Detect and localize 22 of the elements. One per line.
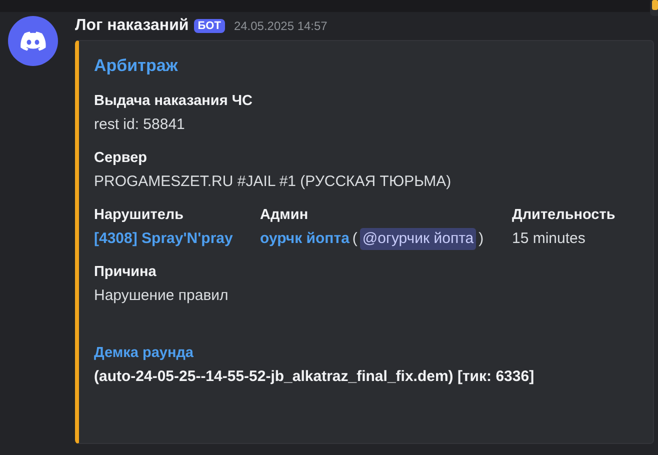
field-name: Демка раунда — [94, 344, 194, 363]
field-text: 15 minutes — [512, 229, 586, 249]
field-text: ) — [478, 229, 484, 249]
field-name: Админ — [260, 206, 308, 225]
field-text: rest id: 58841 — [94, 115, 185, 135]
field-text: ( — [352, 229, 358, 249]
field-text: (auto-24-05-25--14-55-52-jb_alkatraz_final_fix.dem) [тик: 6336] — [94, 367, 534, 387]
user-link[interactable]: [4308] Spray'N'pray — [94, 228, 233, 250]
field-name: Нарушитель — [94, 206, 184, 225]
author-name[interactable]: Лог наказаний — [75, 17, 189, 35]
field-name: Сервер — [94, 149, 148, 168]
field-name: Длительность — [512, 206, 616, 225]
user-mention[interactable]: @огурчик йопта — [360, 228, 476, 250]
bot-avatar-icon[interactable] — [8, 16, 58, 66]
bot-tag: БОТ — [194, 19, 225, 33]
field-text: Нарушение правил — [94, 286, 228, 306]
field-text: PROGAMESZET.RU #JAIL #1 (РУССКАЯ ТЮРЬМА) — [94, 172, 452, 192]
embed-title: Арбитраж — [94, 55, 179, 77]
field-name: Выдача наказания ЧС — [94, 92, 252, 111]
field-name: Причина — [94, 263, 156, 282]
timestamp: 24.05.2025 14:57 — [234, 19, 328, 33]
user-link[interactable]: оурчк йопта — [260, 228, 350, 250]
